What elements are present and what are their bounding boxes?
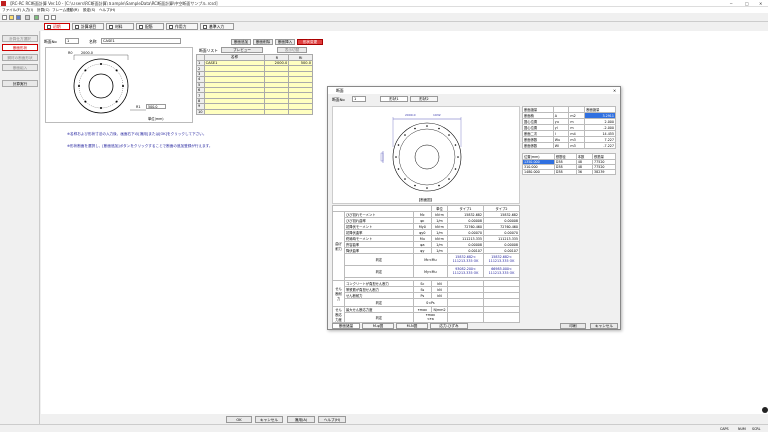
close-button[interactable]: ✕ [759,1,762,6]
ok-button[interactable]: OK [226,416,252,423]
app-icon [1,1,6,6]
apply-button[interactable]: 適用(A) [287,416,315,423]
section-properties-table: 断面諸量 断面諸量 断面積 Am2 3.2911 図心位置 yu m 2.000 図心位置 y… [522,106,616,149]
hollow-circle-diagram [73,54,146,114]
new-file-icon[interactable] [2,15,7,20]
status-bar: CAPS NUM SCRL [0,424,768,432]
judge-row: 判定 My<Mu 93082.200< 111213.335 OK 66985.000… [333,265,520,278]
table-row[interactable]: 1480.000 D38 36 38239 [522,169,616,175]
tab-m-n[interactable]: M-N図 [396,323,428,329]
table-row[interactable]: 10 [196,108,313,115]
calc-icon[interactable] [34,15,39,20]
cancel-button[interactable]: キャンセル [255,416,283,423]
change-shape-button[interactable]: 形状変更 [297,39,323,45]
print-button[interactable]: 印刷 [560,323,586,329]
save-icon[interactable] [16,15,21,20]
input-tabs: 初期 計算項目 材料 配筋 作用力 基準入力 [42,22,768,31]
help-button[interactable]: ヘルプ(H) [318,416,346,423]
sidebar-item-method[interactable]: 計算仕方選択 [2,35,38,42]
tab-initial[interactable]: 初期 [44,23,70,30]
status-caps: CAPS [720,427,729,431]
check-icon [139,25,143,29]
judge-row: 判定 τmax <τa [333,312,520,323]
open-folder-icon[interactable] [9,15,14,20]
judge-row: 判定 Mc<Mu 15832.682< 111213.335 OK 15832.682… [333,253,520,266]
print-icon[interactable] [25,15,30,20]
title-bar: 【RC-RC RC断面計算 Ver.10 - [C:\Ｕsers\RC断面計算\… [0,0,768,7]
check-icon [75,25,79,29]
name-label: 名称 [89,39,97,44]
status-scrl: SCRL [752,427,761,431]
tab-standard[interactable]: 基準入力 [200,23,234,30]
tab-calc-items[interactable]: 計算項目 [72,23,104,30]
sidebar-item-steel-shape[interactable]: 鋼材の断面形状 [2,54,38,61]
dialog-close-button[interactable]: ✕ [613,88,616,93]
dim-r0-value: 2000.0 [81,51,93,55]
tab-shape2[interactable]: 形状2 [410,96,438,102]
note-apply: ※名称および形状寸法の入力後、画面右下の[適用]または[OK]をクリックして下さ… [67,132,207,136]
dialog-title-bar: 断面 ✕ [328,87,620,94]
check-icon [169,25,173,29]
check-icon [203,25,207,29]
redo-icon[interactable] [51,15,56,20]
unit-note: 単位(mm) [148,117,164,121]
section-no-select[interactable]: 1 [65,38,79,44]
dim-r1-input[interactable]: 500.0 [146,104,166,109]
section-result-dialog: 断面 ✕ 断面No 1 形状1 形状2 2000.0 1932 【断面図】 断面… [327,86,621,330]
tab-force[interactable]: 作用力 [166,23,198,30]
delete-section-button[interactable]: 断面削除 [253,39,273,45]
rebar-dots [395,125,459,189]
tab-stress-strain[interactable]: 応力-ひずみ [430,323,468,329]
undo-icon[interactable] [44,15,49,20]
dialog-title: 断面 [336,88,344,93]
dim-cover-label: 1932 [433,113,441,117]
preview-button[interactable]: プレビュー [221,47,263,53]
dialog-cancel-button[interactable]: キャンセル [590,323,618,329]
dim-r1-label: R1 [136,105,141,109]
name-input[interactable]: CASE1 [101,38,181,44]
tab-shape1[interactable]: 形状1 [380,96,408,102]
rebar-table: 位置(mm) 鉄筋径 本数 鉄筋量 1350.000 D38 48 77520 310.00… [522,153,616,175]
sidebar-item-run-calc[interactable]: 計算実行 [2,80,38,87]
dialog-section-no-label: 断面No [332,97,345,102]
drawing-caption: 【断面図】 [417,198,434,202]
toggle-display-button[interactable]: 表示切替 [277,47,307,53]
judge-row: 判定 S<Ps [333,298,520,307]
tab-m-phi[interactable]: M-φ図 [362,323,394,329]
tab-section-props[interactable]: 断面諸量 [332,323,360,329]
note-add-section: ※形状断面を選択し、[断面追加]ボタンをクリックすることで断面の追加登録が行えま… [67,144,213,148]
insert-section-button[interactable]: 断面挿入 [275,39,295,45]
section-no-label: 断面No [44,39,57,44]
tab-rebar[interactable]: 配筋 [136,23,164,30]
shape-preview: R0 2000.0 R1 500.0 単位(mm) [45,47,193,123]
dim-width-label: 2000.0 [405,113,416,117]
status-num: NUM [738,427,746,431]
dim-r0-label: R0 [68,51,73,55]
check-icon [109,25,113,29]
sidebar: 計算仕方選択 断面形状 鋼材の断面形状 断面組入 計算実行 [0,31,40,431]
cursor-indicator-icon [762,407,768,413]
sidebar-item-section-assembly[interactable]: 断面組入 [2,64,38,71]
minimize-button[interactable]: ─ [730,1,732,6]
calc-result-table: 単位 タイプ1 タイプ2 曲げ耐力 ひび割れモーメント Mc kN·m 15832.682 1… [332,205,520,323]
check-icon [47,25,51,29]
section-list-table: 名称 R Ri 1 CASE1 2000.0 500.0 2 3 4 5 6 7 8 … [196,54,313,115]
maximize-button[interactable]: □ [745,1,749,6]
section-drawing-svg [380,117,462,192]
section-drawing: 2000.0 1932 【断面図】 [332,106,520,204]
table-row: 断面係数 Wl m3 -7.227 [522,142,616,149]
toolbar [0,13,768,22]
add-section-button[interactable]: 断面追加 [231,39,251,45]
tab-material[interactable]: 材料 [106,23,134,30]
sidebar-item-section-shape[interactable]: 断面形状 [2,44,38,51]
dialog-section-no-select[interactable]: 1 [352,96,366,102]
